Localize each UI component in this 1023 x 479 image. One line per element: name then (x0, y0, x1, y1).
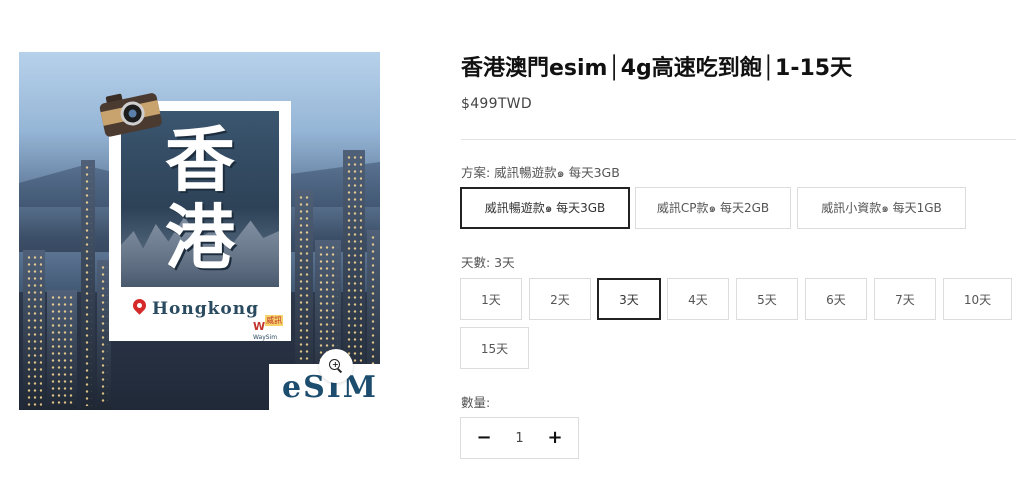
title-char-gang: 港 (165, 196, 235, 279)
plan-option-1gb[interactable]: 威訊小資款๑ 每天1GB (797, 187, 966, 229)
days-option-4[interactable]: 4天 (667, 278, 729, 320)
waysim-logo-text: WaySim (253, 334, 278, 341)
zoom-button[interactable]: + (319, 349, 353, 383)
product-price: $499TWD (461, 96, 532, 112)
divider (461, 139, 1016, 140)
plan-label: 方案: 威訊暢遊款๑ 每天3GB (461, 165, 620, 180)
location-row: Hongkong (133, 299, 259, 319)
days-option-5[interactable]: 5天 (736, 278, 798, 320)
increment-button[interactable]: + (546, 429, 564, 447)
title-char-xiang: 香 (165, 118, 235, 201)
building (47, 290, 77, 410)
map-pin-icon (133, 299, 146, 319)
polaroid-frame: 香 港 Hongkong W威訊 WaySim (109, 101, 291, 341)
days-option-6[interactable]: 6天 (805, 278, 867, 320)
days-option-10[interactable]: 10天 (943, 278, 1012, 320)
waysim-logo-cn: 威訊 (265, 315, 284, 326)
days-option-3[interactable]: 3天 (597, 278, 661, 320)
decrement-button[interactable]: − (475, 429, 493, 447)
quantity-label: 數量: (461, 395, 491, 410)
days-option-15[interactable]: 15天 (460, 327, 529, 369)
plan-option-2gb[interactable]: 威訊CP款๑ 每天2GB (635, 187, 791, 229)
zoom-in-icon: + (329, 359, 343, 373)
skyscraper (81, 160, 95, 410)
plan-option-3gb[interactable]: 威訊暢遊款๑ 每天3GB (460, 187, 630, 229)
waysim-logo: W威訊 WaySim (253, 315, 289, 341)
quantity-input[interactable]: 1 (515, 431, 523, 446)
days-option-7[interactable]: 7天 (874, 278, 936, 320)
polaroid-photo: 香 港 (121, 111, 279, 287)
days-label: 天數: 3天 (461, 255, 515, 270)
days-option-2[interactable]: 2天 (529, 278, 591, 320)
quantity-stepper: − 1 + (460, 417, 579, 459)
building (23, 250, 45, 410)
product-image[interactable]: 香 港 Hongkong W威訊 WaySim eSIM + (19, 52, 380, 410)
product-title: 香港澳門esim│4g高速吃到飽│1-15天 (461, 56, 853, 81)
days-option-1[interactable]: 1天 (460, 278, 522, 320)
waysim-logo-mark: W (253, 320, 266, 333)
location-text: Hongkong (152, 299, 260, 319)
